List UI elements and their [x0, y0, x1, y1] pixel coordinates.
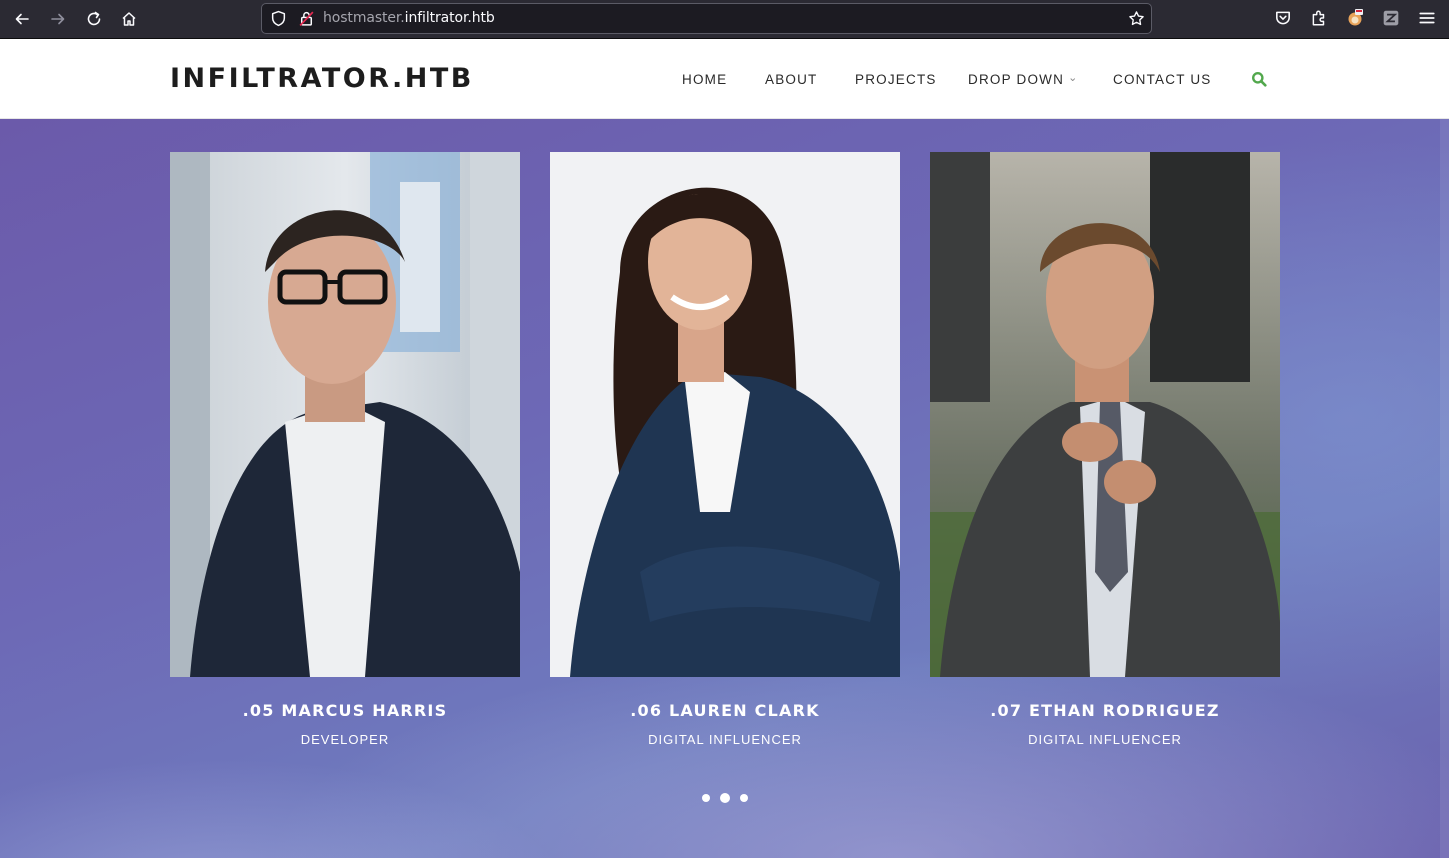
page-scrollbar[interactable] [1440, 119, 1449, 858]
site-logo[interactable]: INFILTRATOR.HTB [170, 63, 474, 94]
team-member-role: DIGITAL INFLUENCER [648, 732, 802, 747]
carousel-dot[interactable] [702, 794, 710, 802]
chevron-down-icon: ⌄ [1068, 72, 1078, 84]
carousel-dots [0, 793, 1449, 806]
shield-icon[interactable] [270, 10, 287, 27]
home-button[interactable] [116, 6, 142, 32]
nav-drop-down[interactable]: DROP DOWN ⌄ [968, 72, 1077, 87]
team-member-photo [550, 152, 900, 677]
back-button[interactable] [9, 6, 35, 32]
nav-drop-down-label: DROP DOWN [968, 72, 1065, 87]
team-member-role: DEVELOPER [300, 732, 390, 747]
reload-button[interactable] [81, 6, 107, 32]
reload-icon [87, 11, 101, 26]
extensions-icon[interactable] [1310, 9, 1328, 27]
team-member-photo [930, 152, 1280, 677]
nav-projects[interactable]: PROJECTS [855, 72, 937, 87]
home-icon [122, 12, 136, 26]
woman-blazer-portrait [550, 152, 900, 677]
url-subdomain: hostmaster. [323, 10, 405, 26]
search-icon[interactable] [1251, 71, 1267, 87]
team-member-name: .06 LAUREN CLARK [630, 701, 820, 720]
pocket-icon[interactable] [1274, 9, 1292, 27]
team-member-role: DIGITAL INFLUENCER [1028, 732, 1182, 747]
team-card: .06 LAUREN CLARK DIGITAL INFLUENCER [550, 152, 900, 747]
carousel-dot[interactable] [740, 794, 748, 802]
nav-home[interactable]: HOME [682, 72, 727, 87]
url-domain: infiltrator.htb [404, 10, 495, 26]
nav-about[interactable]: ABOUT [765, 72, 818, 87]
team-card: .05 MARCUS HARRIS DEVELOPER [170, 152, 520, 747]
site-header: INFILTRATOR.HTB HOME ABOUT PROJECTS DROP… [0, 39, 1449, 119]
url-text[interactable]: hostmaster.infiltrator.htb [323, 10, 495, 26]
man-glasses-portrait [170, 152, 520, 677]
nav-contact-us[interactable]: CONTACT US [1113, 72, 1212, 87]
man-suit-portrait [930, 152, 1280, 677]
forward-button[interactable] [45, 6, 71, 32]
lock-icon[interactable] [298, 10, 315, 27]
team-member-name: .07 ETHAN RODRIGUEZ [990, 701, 1220, 720]
team-card: .07 ETHAN RODRIGUEZ DIGITAL INFLUENCER [930, 152, 1280, 747]
hamburger-menu-icon[interactable] [1418, 9, 1436, 27]
carousel-dot-active[interactable] [720, 793, 730, 803]
fox-avatar-icon[interactable] [1346, 9, 1364, 27]
team-member-name: .05 MARCUS HARRIS [242, 701, 448, 720]
bookmark-star-icon[interactable] [1128, 10, 1145, 27]
forward-icon [51, 13, 65, 25]
browser-toolbar: hostmaster.infiltrator.htb [0, 0, 1449, 39]
back-icon [15, 13, 29, 25]
address-bar[interactable]: hostmaster.infiltrator.htb [261, 3, 1152, 34]
team-member-photo [170, 152, 520, 677]
zotero-icon[interactable] [1382, 9, 1400, 27]
